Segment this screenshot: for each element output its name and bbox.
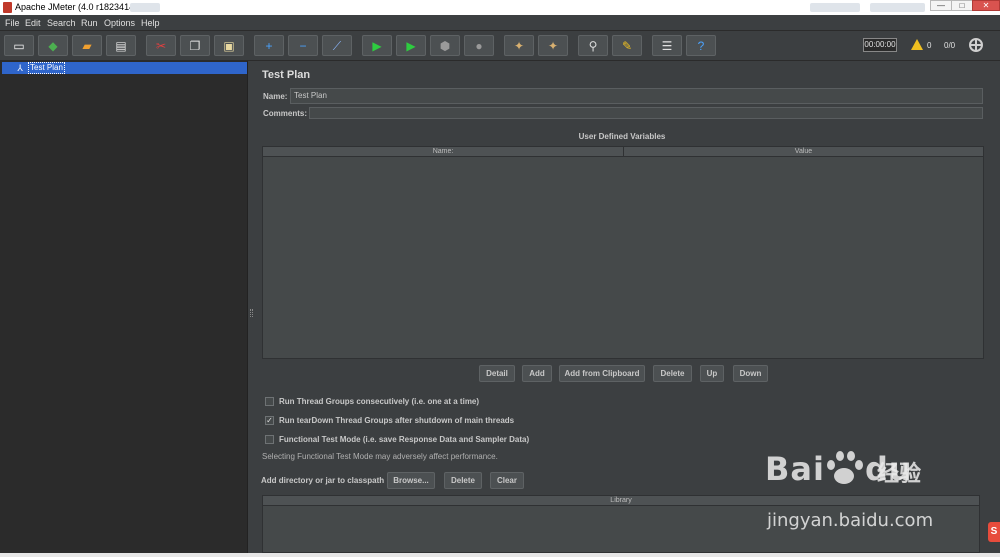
move-up-button[interactable]: Up (700, 365, 724, 382)
warning-count: 0 (927, 41, 932, 50)
column-header-library[interactable]: Library (263, 496, 979, 506)
clear-icon: ✦ (513, 38, 525, 53)
column-header-name[interactable]: Name: (263, 147, 623, 157)
menu-help[interactable]: Help (141, 18, 160, 28)
paste-button[interactable]: ▣ (214, 35, 244, 56)
clear-all-button[interactable]: ✦ (538, 35, 568, 56)
save-icon: ▤ (115, 38, 127, 53)
minimize-button[interactable]: — (930, 0, 952, 11)
start-no-pauses-icon: ▶ (406, 38, 416, 53)
menu-bar: File Edit Search Run Options Help (0, 15, 1000, 31)
classpath-label: Add directory or jar to classpath (261, 476, 385, 485)
collapse-icon: − (299, 38, 307, 53)
open-button[interactable]: ▰ (72, 35, 102, 56)
corner-badge: S (988, 522, 1000, 542)
blurred-region (870, 3, 925, 12)
help-icon: ? (697, 38, 705, 53)
status-strip (0, 553, 1000, 557)
window-title: Apache JMeter (4.0 r1823414) (15, 2, 138, 12)
stop-icon: ⬢ (439, 38, 451, 53)
clear-library-button[interactable]: Clear (490, 472, 524, 489)
test-plan-panel: Test Plan Name: Test Plan Comments: User… (254, 61, 994, 553)
run-consecutively-checkbox[interactable] (265, 397, 274, 406)
templates-icon: ◆ (48, 38, 58, 53)
toggle-icon: ⟋ (332, 38, 342, 53)
start-no-pauses-button[interactable]: ▶ (396, 35, 426, 56)
functional-mode-label: Functional Test Mode (i.e. save Response… (279, 435, 530, 444)
user-defined-variables-title: User Defined Variables (578, 132, 666, 141)
reset-search-icon: ✎ (621, 38, 633, 53)
run-teardown-label: Run tearDown Thread Groups after shutdow… (279, 416, 515, 425)
expand-button[interactable]: + (254, 35, 284, 56)
toggle-button[interactable]: ⟋ (322, 35, 352, 56)
test-plan-tree: ⅄ Test Plan (0, 61, 248, 553)
new-icon: ▭ (13, 38, 25, 53)
name-label: Name: (263, 92, 288, 101)
search-icon: ⚲ (588, 38, 598, 53)
comments-field[interactable] (309, 107, 983, 119)
search-button[interactable]: ⚲ (578, 35, 608, 56)
copy-button[interactable]: ❐ (180, 35, 210, 56)
function-helper-button[interactable]: ☰ (652, 35, 682, 56)
save-button[interactable]: ▤ (106, 35, 136, 56)
reset-search-button[interactable]: ✎ (612, 35, 642, 56)
toolbar: ▭ ◆ ▰ ▤ ✂ ❐ ▣ + − ⟋ ▶ ▶ ⬢ ● ✦ ✦ ⚲ ✎ ☰? (0, 31, 1000, 61)
test-plan-icon: ⅄ (17, 63, 23, 73)
tree-item-label: Test Plan (28, 62, 65, 74)
maximize-button[interactable]: □ (951, 0, 973, 11)
clear-button[interactable]: ✦ (504, 35, 534, 56)
add-from-clipboard-button[interactable]: Add from Clipboard (559, 365, 645, 382)
blurred-region (130, 3, 160, 12)
page-title: Test Plan (262, 69, 311, 81)
menu-run[interactable]: Run (81, 18, 98, 28)
menu-search[interactable]: Search (47, 18, 76, 28)
copy-icon: ❐ (189, 38, 201, 53)
open-icon: ▰ (82, 38, 92, 53)
help-button[interactable]: ? (686, 35, 716, 56)
comments-label: Comments: (263, 109, 308, 118)
column-header-value[interactable]: Value (623, 147, 983, 157)
detail-button[interactable]: Detail (479, 365, 515, 382)
active-threads-count: 0/0 (944, 41, 956, 50)
new-button[interactable]: ▭ (4, 35, 34, 56)
paste-icon: ▣ (223, 38, 235, 53)
templates-button[interactable]: ◆ (38, 35, 68, 56)
blurred-region (810, 3, 860, 12)
shutdown-button[interactable]: ● (464, 35, 494, 56)
library-table[interactable]: Library (262, 495, 980, 553)
move-down-button[interactable]: Down (733, 365, 768, 382)
functional-mode-checkbox[interactable] (265, 435, 274, 444)
cut-icon: ✂ (155, 38, 167, 53)
tree-item-test-plan[interactable]: ⅄ Test Plan (2, 62, 247, 74)
run-consecutively-label: Run Thread Groups consecutively (i.e. on… (279, 397, 480, 406)
shutdown-icon: ● (475, 38, 483, 53)
start-icon: ▶ (372, 38, 382, 53)
function-helper-icon: ☰ (661, 38, 673, 53)
warning-icon[interactable] (911, 39, 923, 50)
close-button[interactable]: ✕ (972, 0, 1000, 11)
jmeter-app-icon (3, 2, 12, 13)
functional-mode-note: Selecting Functional Test Mode may adver… (262, 452, 498, 461)
elapsed-timer: 00:00:00 (863, 38, 897, 52)
delete-variable-button[interactable]: Delete (653, 365, 692, 382)
collapse-button[interactable]: − (288, 35, 318, 56)
browse-button[interactable]: Browse... (387, 472, 435, 489)
variables-table[interactable]: Name: Value (262, 146, 984, 359)
menu-edit[interactable]: Edit (25, 18, 41, 28)
run-teardown-checkbox[interactable]: ✓ (265, 416, 274, 425)
menu-file[interactable]: File (5, 18, 20, 28)
delete-library-button[interactable]: Delete (444, 472, 482, 489)
start-button[interactable]: ▶ (362, 35, 392, 56)
menu-options[interactable]: Options (104, 18, 135, 28)
splitter-grip[interactable] (250, 309, 253, 317)
expand-icon: + (265, 38, 273, 53)
stop-button[interactable]: ⬢ (430, 35, 460, 56)
remote-globe-icon[interactable] (969, 38, 983, 52)
window-titlebar: Apache JMeter (4.0 r1823414) — □ ✕ (0, 0, 1000, 15)
name-field[interactable]: Test Plan (290, 88, 983, 104)
cut-button[interactable]: ✂ (146, 35, 176, 56)
add-button[interactable]: Add (522, 365, 552, 382)
clear-all-icon: ✦ (547, 38, 559, 53)
